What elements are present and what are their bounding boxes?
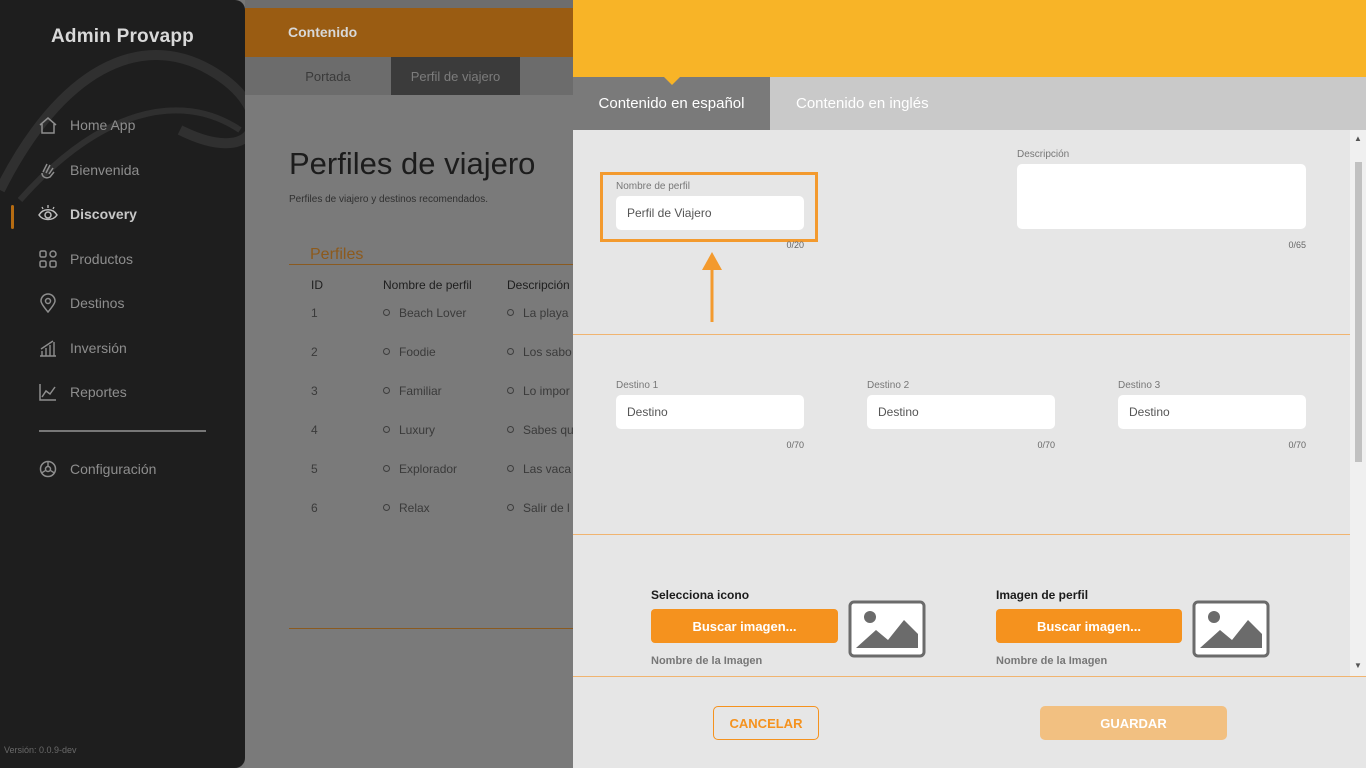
panel-footer: CANCELAR GUARDAR xyxy=(573,676,1366,768)
sidebar-item-label: Inversión xyxy=(70,340,127,356)
wave-hand-icon xyxy=(41,163,55,179)
destination-3-counter: 0/70 xyxy=(1288,440,1306,450)
icon-upload-label: Selecciona icono xyxy=(651,588,750,602)
panel-header xyxy=(573,0,1366,77)
image-placeholder-icon xyxy=(1192,600,1270,658)
sidebar-item-configuracion[interactable]: Configuración xyxy=(38,454,156,484)
cancel-button[interactable]: CANCELAR xyxy=(713,706,819,740)
tab-portada[interactable]: Portada xyxy=(287,57,369,95)
brand-title: Admin Provapp xyxy=(50,26,194,47)
gear-icon xyxy=(39,460,57,478)
destination-3-label: Destino 3 xyxy=(1118,380,1161,391)
sidebar-item-label: Productos xyxy=(70,251,134,267)
section-divider xyxy=(573,334,1350,335)
save-button[interactable]: GUARDAR xyxy=(1040,706,1227,740)
profile-name-input[interactable] xyxy=(616,196,804,230)
version-label: Versión: 0.0.9-dev xyxy=(4,745,77,755)
sidebar-item-bienvenida[interactable]: Bienvenida xyxy=(38,155,139,185)
description-input[interactable] xyxy=(1017,164,1306,229)
sidebar-item-label: Bienvenida xyxy=(70,162,140,178)
sidebar-item-label: Destinos xyxy=(70,295,125,311)
destination-1-input[interactable] xyxy=(616,395,804,429)
bar-chart-icon xyxy=(40,340,56,357)
icon-image-name: Nombre de la Imagen xyxy=(651,655,763,667)
line-chart-icon xyxy=(39,384,56,401)
column-header-description: Descripción xyxy=(507,278,570,292)
edit-profile-panel: Contenido en español Contenido en inglés… xyxy=(573,0,1366,768)
sidebar-item-productos[interactable]: Productos xyxy=(38,244,133,274)
scroll-down-icon[interactable]: ▼ xyxy=(1354,661,1362,670)
tab-contenido-ingles[interactable]: Contenido en inglés xyxy=(770,77,929,130)
scroll-thumb[interactable] xyxy=(1355,162,1362,462)
description-label: Descripción xyxy=(1017,149,1070,160)
section-divider xyxy=(573,534,1350,535)
grid-icon xyxy=(39,250,57,268)
content-subnav: Portada Perfil de viajero xyxy=(245,57,573,95)
location-pin-icon xyxy=(40,293,56,313)
destination-2-input[interactable] xyxy=(867,395,1055,429)
panel-content: Nombre de perfil 0/20 Descripción 0/65 D… xyxy=(573,130,1350,676)
icon-browse-button[interactable]: Buscar imagen... xyxy=(651,609,838,643)
destination-2-label: Destino 2 xyxy=(867,380,910,391)
active-tab-notch xyxy=(664,77,680,85)
sidebar-item-reportes[interactable]: Reportes xyxy=(38,377,127,407)
sidebar-item-discovery[interactable]: Discovery xyxy=(38,199,137,229)
sidebar-item-home-app[interactable]: Home App xyxy=(38,110,135,140)
arrow-up-icon xyxy=(702,252,722,322)
profile-name-counter: 0/20 xyxy=(786,240,804,250)
tab-perfil-de-viajero[interactable]: Perfil de viajero xyxy=(391,57,520,95)
content-header: Contenido xyxy=(245,8,573,57)
sidebar-item-label: Home App xyxy=(70,117,136,133)
profile-image-browse-button[interactable]: Buscar imagen... xyxy=(996,609,1182,643)
home-icon xyxy=(39,117,57,134)
page-title: Perfiles de viajero xyxy=(289,146,536,181)
section-title: Perfiles xyxy=(310,246,364,263)
description-counter: 0/65 xyxy=(1288,240,1306,250)
sidebar-item-label: Reportes xyxy=(70,384,127,400)
background-page: Contenido Portada Perfil de viajero Perf… xyxy=(245,0,574,768)
sidebar-item-inversion[interactable]: Inversión xyxy=(38,333,127,363)
profile-name-label: Nombre de perfil xyxy=(616,181,690,192)
language-tabs: Contenido en español Contenido en inglés xyxy=(573,77,1366,130)
destination-2-counter: 0/70 xyxy=(1037,440,1055,450)
image-placeholder-icon xyxy=(848,600,926,658)
page-subtitle: Perfiles de viajero y destinos recomenda… xyxy=(289,194,488,205)
active-indicator xyxy=(11,205,14,229)
column-header-name: Nombre de perfil xyxy=(383,278,472,292)
sidebar-divider xyxy=(39,430,206,432)
profile-image-name: Nombre de la Imagen xyxy=(996,655,1108,667)
destination-1-counter: 0/70 xyxy=(786,440,804,450)
column-header-id: ID xyxy=(311,278,323,292)
eye-icon xyxy=(38,205,58,221)
sidebar-item-destinos[interactable]: Destinos xyxy=(38,288,124,318)
destination-3-input[interactable] xyxy=(1118,395,1306,429)
sidebar-item-label: Discovery xyxy=(70,206,137,222)
scroll-up-icon[interactable]: ▲ xyxy=(1354,134,1362,143)
scrollbar[interactable]: ▲ ▼ xyxy=(1350,130,1366,676)
destination-1-label: Destino 1 xyxy=(616,380,659,391)
sidebar-item-label: Configuración xyxy=(70,461,157,477)
profile-image-upload-label: Imagen de perfil xyxy=(996,588,1089,602)
sidebar: Admin Provapp Home App Bienvenida Discov… xyxy=(0,0,245,768)
content-header-title: Contenido xyxy=(288,24,358,40)
